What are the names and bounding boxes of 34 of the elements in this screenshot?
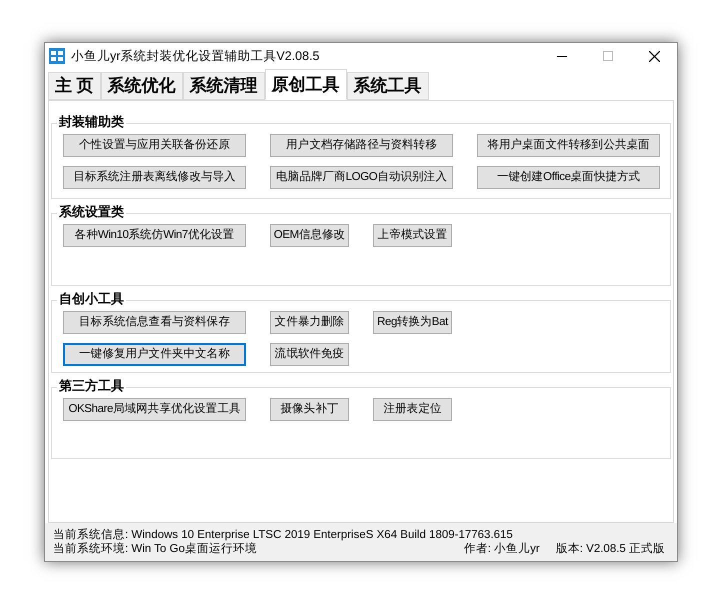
tab[interactable]: 系统优化 bbox=[100, 72, 183, 100]
tab[interactable]: 主 页 bbox=[48, 72, 101, 100]
tool-button[interactable]: 个性设置与应用关联备份还原 bbox=[63, 134, 246, 157]
tool-button[interactable]: 一键创建Office桌面快捷方式 bbox=[477, 166, 660, 189]
tool-button[interactable]: OKShare局域网共享优化设置工具 bbox=[63, 398, 246, 421]
author-text: 作者: 小鱼儿yr bbox=[464, 542, 540, 556]
tool-button[interactable]: 流氓软件免疫 bbox=[270, 343, 349, 366]
tool-button[interactable]: 一键修复用户文件夹中文名称 bbox=[63, 343, 246, 366]
tool-button[interactable]: 摄像头补丁 bbox=[270, 398, 349, 421]
tab[interactable]: 原创工具 bbox=[264, 69, 347, 100]
group-title: 封装辅助类 bbox=[57, 114, 126, 130]
tool-button[interactable]: 文件暴力删除 bbox=[270, 311, 349, 334]
maximize-icon bbox=[603, 51, 613, 61]
tool-button[interactable]: OEM信息修改 bbox=[270, 224, 349, 247]
close-icon bbox=[648, 50, 660, 62]
tool-button[interactable]: 各种Win10系统仿Win7优化设置 bbox=[63, 224, 246, 247]
tool-button[interactable]: 目标系统信息查看与资料保存 bbox=[63, 311, 246, 334]
tool-button[interactable]: 用户文档存储路径与资料转移 bbox=[270, 134, 453, 157]
tool-button[interactable]: 上帝模式设置 bbox=[373, 224, 452, 247]
system-info-text: 当前系统信息: Windows 10 Enterprise LTSC 2019 EnterpriseS X64 Build 1809-17763.615 bbox=[53, 528, 514, 542]
group-title: 系统设置类 bbox=[57, 204, 126, 220]
tool-button[interactable]: 将用户桌面文件转移到公共桌面 bbox=[477, 134, 660, 157]
tool-button[interactable]: 目标系统注册表离线修改与导入 bbox=[63, 166, 246, 189]
window-title: 小鱼儿yr系统封装优化设置辅助工具V2.08.5 bbox=[71, 48, 320, 65]
version-text: 版本: V2.08.5 正式版 bbox=[556, 542, 665, 556]
app-logo-icon bbox=[49, 48, 65, 64]
tab[interactable]: 系统工具 bbox=[346, 72, 429, 100]
group-title: 第三方工具 bbox=[57, 378, 126, 394]
tool-button[interactable]: Reg转换为Bat bbox=[373, 311, 452, 334]
tool-button[interactable]: 注册表定位 bbox=[373, 398, 452, 421]
environment-text: 当前系统环境: Win To Go桌面运行环境 bbox=[53, 542, 257, 556]
tool-button[interactable]: 电脑品牌厂商LOGO自动识别注入 bbox=[270, 166, 453, 189]
tab[interactable]: 系统清理 bbox=[182, 72, 265, 100]
group-title: 自创小工具 bbox=[57, 291, 126, 307]
